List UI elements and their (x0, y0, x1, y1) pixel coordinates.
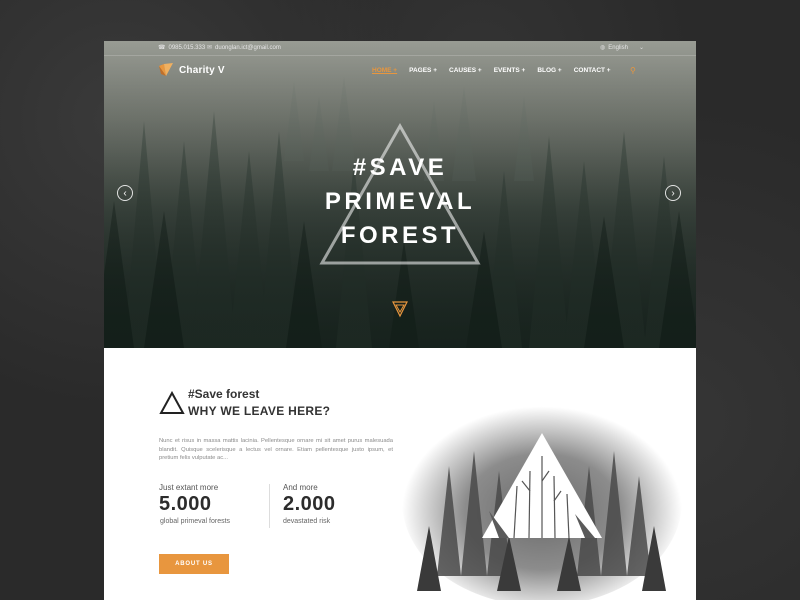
search-icon[interactable]: ⚲ (630, 66, 636, 75)
main-navbar: Charity V HOME + PAGES + CAUSES + EVENTS… (104, 57, 696, 87)
chevron-down-icon: ⌄ (638, 45, 644, 51)
nav-item-pages[interactable]: PAGES + (409, 67, 437, 74)
phone-number: 0985.015.333 (168, 44, 206, 51)
logo-mark-icon (159, 63, 173, 76)
top-info-bar: ☎ 0985.015.333 ✉ duonglan.ict@gmail.com … (104, 41, 696, 56)
brand-name: Charity V (179, 64, 225, 76)
slider-prev-button[interactable]: ‹ (117, 185, 133, 201)
slider-next-button[interactable]: › (665, 185, 681, 201)
stat-2-sub: devastated risk (283, 518, 331, 525)
nav-item-home[interactable]: HOME + (372, 67, 397, 74)
section-paragraph: Nunc et risus in massa mattis lacinia. P… (159, 438, 393, 462)
globe-icon: ◍ (600, 45, 606, 51)
language-selector[interactable]: ◍ English ⌄ (600, 44, 644, 52)
brand-logo[interactable]: Charity V (158, 62, 225, 78)
stat-1-sub: global primeval forests (160, 518, 231, 525)
email-address: duonglan.ict@gmail.com (215, 44, 281, 51)
hero-title: #SAVE PRIMEVAL FOREST (274, 151, 526, 253)
email-info[interactable]: ✉ duonglan.ict@gmail.com (207, 44, 281, 52)
hero-title-line-1: #SAVE (352, 154, 448, 181)
phone-info[interactable]: ☎ 0985.015.333 (158, 44, 206, 52)
forest-triangle-image (402, 396, 682, 600)
phone-icon: ☎ (158, 45, 166, 51)
nav-item-contact[interactable]: CONTACT + (574, 67, 611, 74)
page-frame: ☎ 0985.015.333 ✉ duonglan.ict@gmail.com … (104, 41, 696, 600)
stat-divider (269, 484, 270, 528)
stat-1-value: 5.000 (159, 493, 212, 515)
nav-menu: HOME + PAGES + CAUSES + EVENTS + BLOG + … (372, 67, 611, 74)
triangle-icon (159, 391, 185, 414)
hero-slider: ☎ 0985.015.333 ✉ duonglan.ict@gmail.com … (104, 41, 696, 348)
mail-icon: ✉ (207, 45, 213, 51)
nav-item-blog[interactable]: BLOG + (537, 67, 561, 74)
about-us-button[interactable]: ABOUT US (159, 554, 229, 574)
chevron-left-icon: ‹ (123, 188, 127, 199)
hero-title-line-3: FOREST (340, 222, 460, 249)
nav-item-events[interactable]: EVENTS + (494, 67, 526, 74)
stat-2-label: And more (283, 483, 318, 492)
stat-2-value: 2.000 (283, 493, 336, 515)
about-section: #Save forest WHY WE LEAVE HERE? Nunc et … (104, 348, 696, 600)
nav-item-causes[interactable]: CAUSES + (449, 67, 482, 74)
language-label: English (608, 44, 628, 51)
chevron-right-icon: › (671, 188, 675, 199)
scroll-down-icon[interactable] (392, 300, 408, 318)
section-title: WHY WE LEAVE HERE? (188, 404, 331, 418)
stat-1-label: Just extant more (159, 483, 219, 492)
section-subtitle: #Save forest (188, 387, 260, 401)
hero-title-line-2: PRIMEVAL (324, 188, 476, 215)
